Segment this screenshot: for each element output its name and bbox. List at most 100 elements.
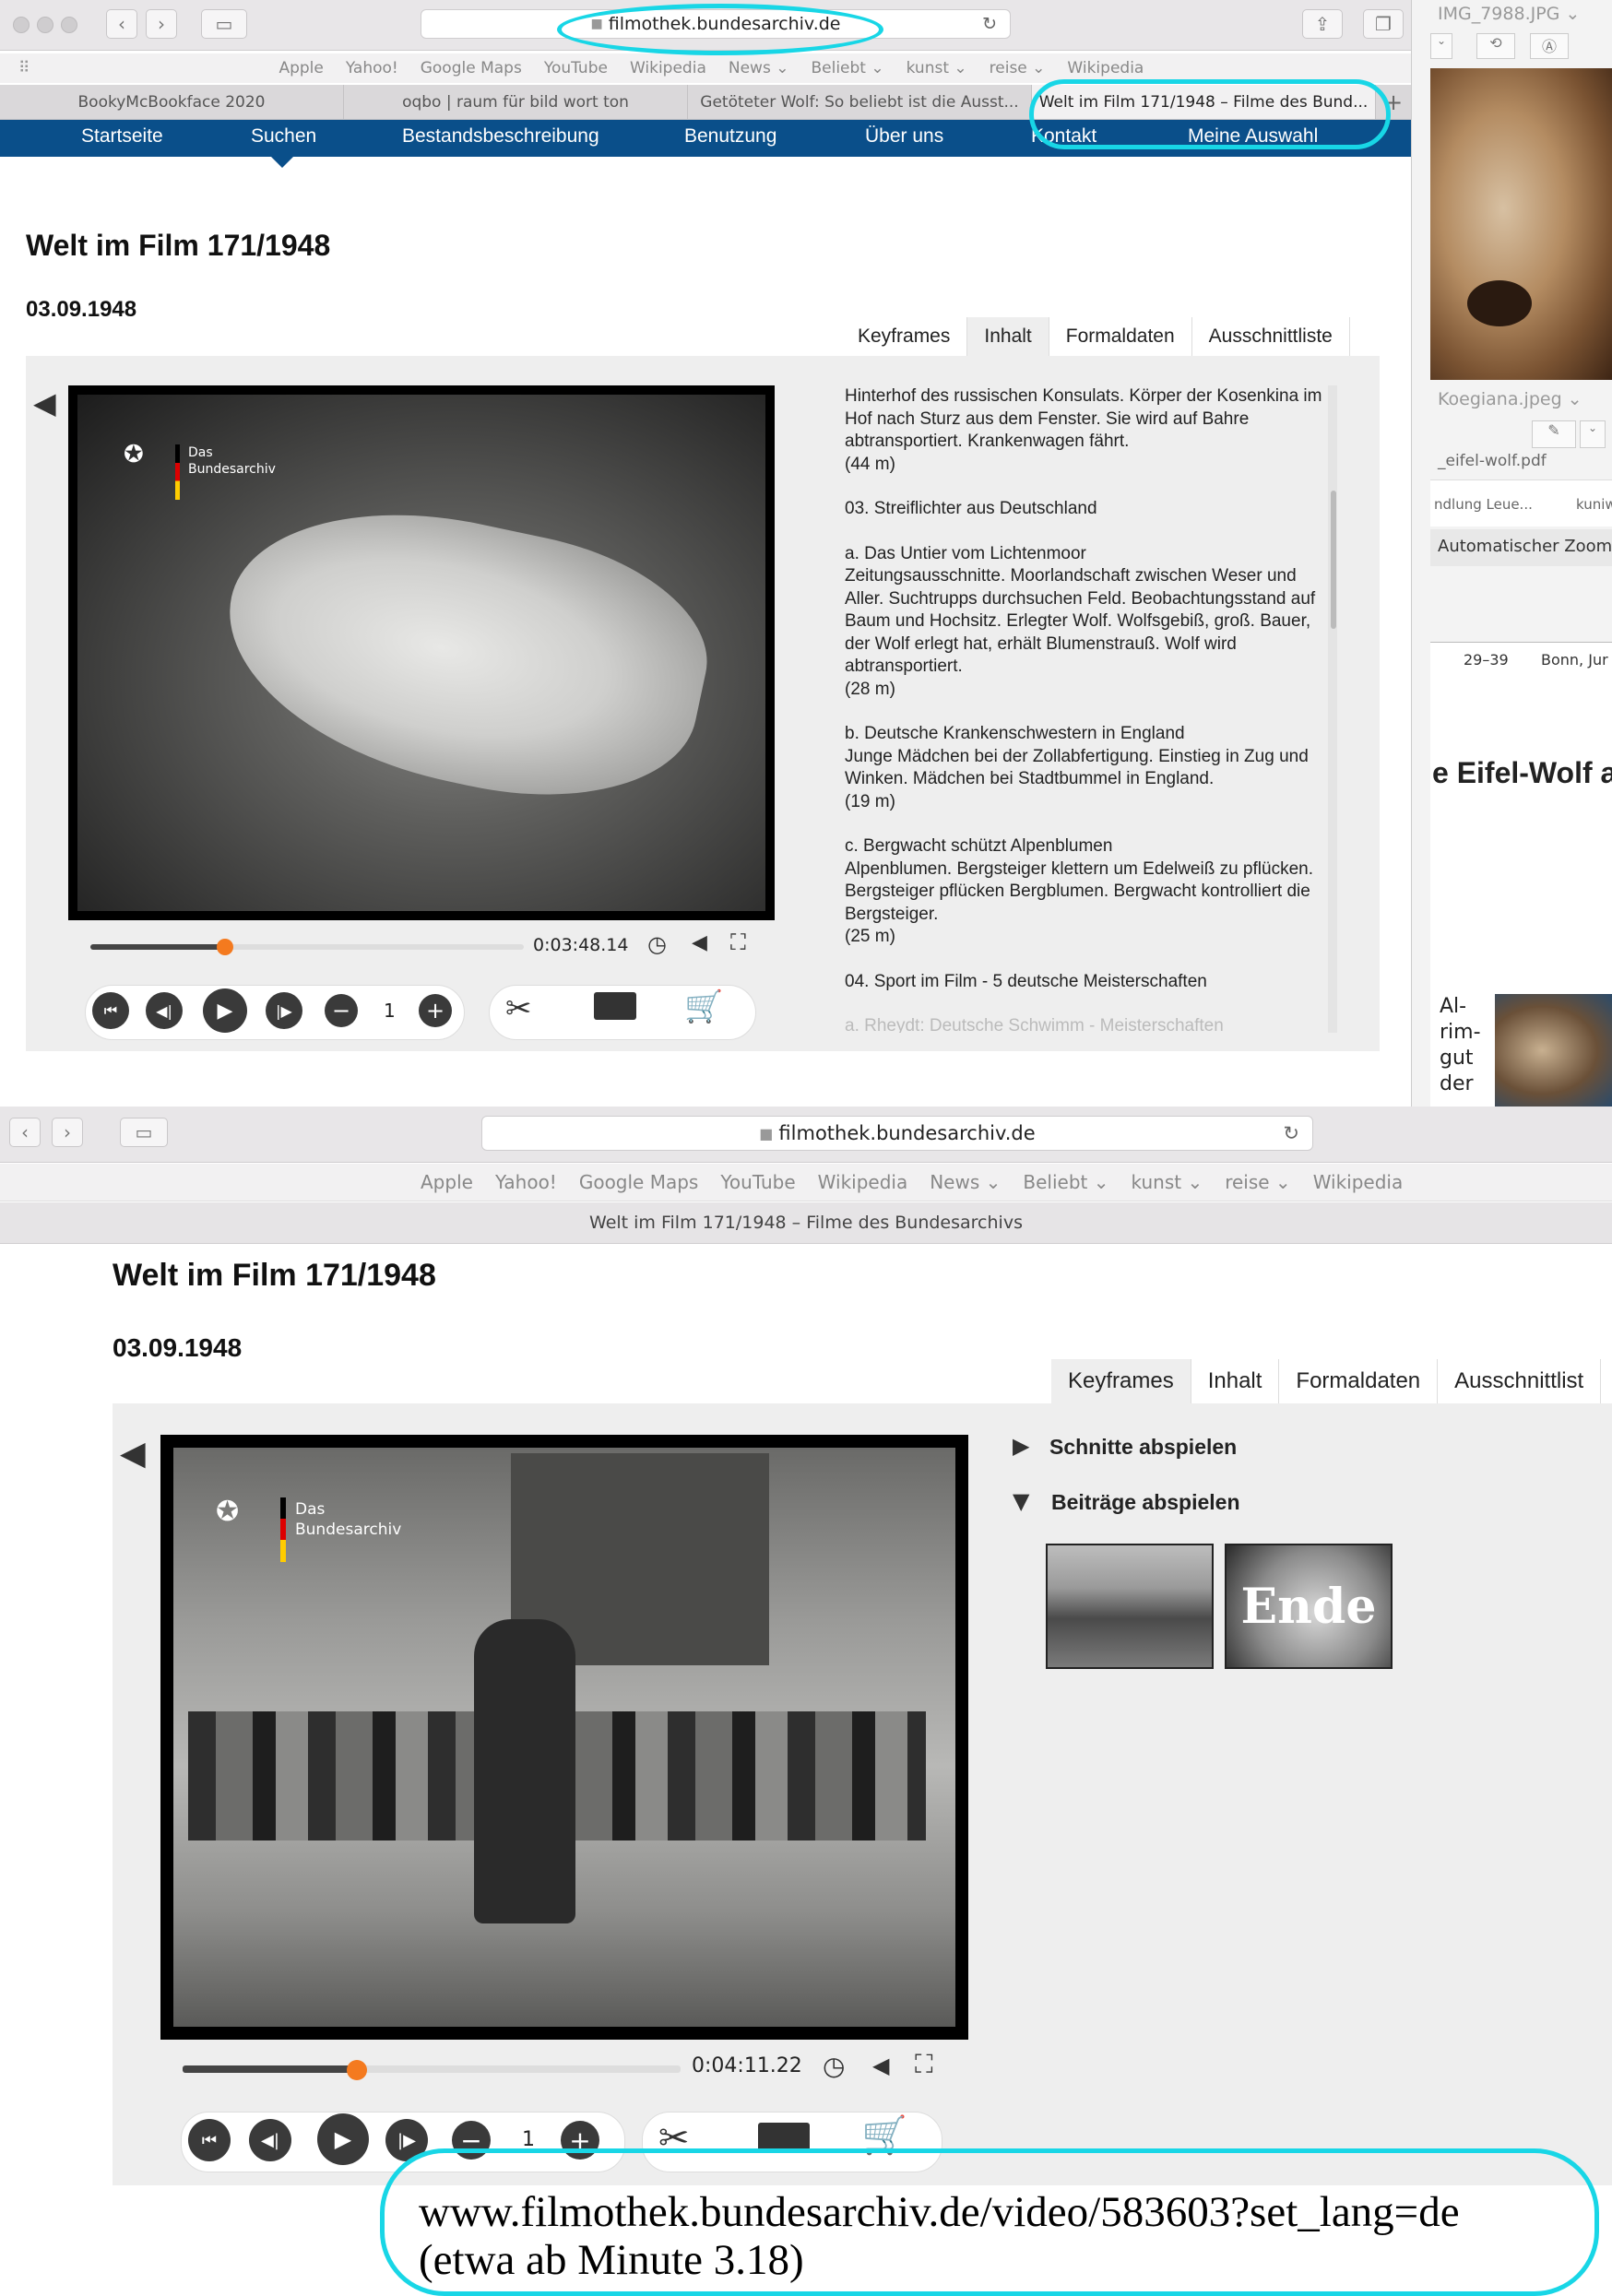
bookmark-item[interactable]: News ⌄ [930,1171,1001,1193]
tab-ausschnittliste[interactable]: Ausschnittlist [1438,1359,1602,1403]
play-icon[interactable]: ▶ [317,2113,369,2165]
nav-benutzung[interactable]: Benutzung [684,125,776,148]
sidebar-toggle-icon[interactable]: ▭ [120,1118,168,1147]
tab-keyframes[interactable]: Keyframes [841,317,968,356]
browser-tab-active[interactable]: Welt im Film 171/1948 – Filme des Bundes… [0,1202,1612,1244]
nav-bestandsbeschreibung[interactable]: Bestandsbeschreibung [402,125,599,148]
description-scrollbar[interactable] [1331,491,1336,629]
tabs-overview-icon[interactable]: ❐ [1363,9,1404,39]
collapse-triangle-icon[interactable]: ▼ [1013,1488,1029,1514]
collapse-arrow-icon[interactable]: ◀ [33,385,56,420]
pdf-tab[interactable]: kuniw [1576,496,1612,513]
bookmark-item[interactable]: Wikipedia [630,59,706,77]
bookmark-item[interactable]: reise ⌄ [1225,1171,1290,1193]
browser-tab[interactable]: BookyMcBookface 2020 [0,85,344,119]
bookmark-item[interactable]: Beliebt ⌄ [1023,1171,1108,1193]
bookmark-item[interactable]: YouTube [544,59,608,77]
cart-icon[interactable]: 🛒 [684,988,723,1025]
nav-suchen[interactable]: Suchen [251,125,316,148]
bookmark-item[interactable]: Wikipedia [1313,1171,1404,1193]
grid-icon[interactable]: ⠿ [18,59,30,77]
fullscreen-icon[interactable]: ⛶ [915,2049,933,2080]
address-bar[interactable]: ■ filmothek.bundesarchiv.de ↻ [481,1116,1313,1151]
article-photo [1495,994,1612,1107]
rotate-icon[interactable]: ⟲ [1476,33,1515,59]
browser-tab[interactable]: oqbo | raum für bild wort ton [344,85,688,119]
archive-watermark: Das Bundesarchiv [295,1500,402,1539]
clock-icon[interactable]: ◷ [647,931,667,957]
seek-handle[interactable] [347,2060,367,2080]
step-forward-icon[interactable]: |▶ [266,992,302,1029]
volume-icon[interactable]: ◀ [692,931,707,954]
step-back-icon[interactable]: ◀| [146,992,183,1029]
bookmark-item[interactable]: Yahoo! [346,59,398,77]
bookmark-item[interactable]: Google Maps [579,1171,699,1193]
dropdown-icon[interactable]: ⌄ [1430,33,1452,59]
chevron-down-icon[interactable]: ⌄ [1580,420,1606,448]
step-back-icon[interactable]: ◀| [249,2119,291,2161]
share-icon[interactable]: ⇪ [1302,9,1343,39]
expand-triangle-icon[interactable]: ▶ [1013,1433,1029,1459]
back-icon[interactable]: ‹ [9,1118,41,1147]
sidebar-toggle-icon[interactable]: ▭ [201,9,247,39]
eagle-icon: ✪ [216,1496,240,1528]
tab-formaldaten[interactable]: Formaldaten [1049,317,1192,356]
video-frame[interactable]: ✪ Das Bundesarchiv [68,385,775,920]
close-window-button[interactable] [13,17,30,33]
skip-back-icon[interactable]: ⏮ [188,2119,231,2161]
play-icon[interactable]: ▶ [203,988,247,1033]
bookmark-item[interactable]: YouTube [720,1171,795,1193]
bookmark-item[interactable]: Apple [421,1171,473,1193]
bookmark-item[interactable]: Yahoo! [495,1171,557,1193]
desc-paragraph: a. Das Untier vom Lichtenmoor Zeitungsau… [845,543,1316,699]
schnitte-toggle[interactable]: Schnitte abspielen [1049,1435,1237,1460]
browser-tab[interactable]: Getöteter Wolf: So beliebt ist die Ausst… [688,85,1032,119]
speed-plus-icon[interactable]: + [419,994,452,1027]
bookmark-item[interactable]: kunst ⌄ [1132,1171,1203,1193]
bookmark-item[interactable]: reise ⌄ [990,59,1046,77]
preview-filename: IMG_7988.JPG ⌄ [1438,4,1581,24]
volume-icon[interactable]: ◀ [872,2053,889,2078]
edit-icon[interactable]: ✎ [1532,420,1576,448]
reload-icon[interactable]: ↻ [1283,1122,1299,1144]
bookmark-item[interactable]: Apple [279,59,323,77]
markup-icon[interactable]: Ⓐ [1530,33,1569,59]
playback-time: 0:04:11.22 [692,2054,802,2077]
bookmark-item[interactable]: Google Maps [421,59,522,77]
bookmark-item[interactable]: News ⌄ [729,59,789,77]
fullscreen-icon[interactable]: ⛶ [730,929,746,955]
zoom-window-button[interactable] [61,17,77,33]
beitraege-toggle[interactable]: Beiträge abspielen [1051,1490,1240,1515]
nav-ueber-uns[interactable]: Über uns [865,125,943,148]
pdf-tab[interactable]: ndlung Leue... [1434,496,1533,513]
desc-paragraph: b. Deutsche Krankenschwestern in England… [845,724,1309,811]
tab-inhalt[interactable]: Inhalt [967,317,1049,356]
nav-startseite[interactable]: Startseite [81,125,163,148]
seek-handle[interactable] [217,939,233,955]
folder-icon[interactable] [594,992,636,1020]
tab-formaldaten[interactable]: Formaldaten [1279,1359,1439,1403]
bookmark-item[interactable]: Wikipedia [818,1171,908,1193]
keyframe-thumbnail[interactable] [1046,1544,1214,1669]
forward-icon[interactable]: › [52,1118,83,1147]
collapse-arrow-icon[interactable]: ◀ [120,1435,146,1473]
speed-minus-icon[interactable]: − [325,994,358,1027]
bookmark-item[interactable]: Beliebt ⌄ [811,59,883,77]
reload-icon[interactable]: ↻ [982,14,997,34]
tab-ausschnittliste[interactable]: Ausschnittliste [1191,317,1350,356]
minimize-window-button[interactable] [37,17,53,33]
article-heading: e Eifel-Wolf an [1432,756,1612,789]
bookmark-item[interactable]: Wikipedia [1067,59,1144,77]
tab-inhalt[interactable]: Inhalt [1191,1359,1280,1403]
keyframe-thumbnail-ende[interactable]: Ende [1225,1544,1393,1669]
back-icon[interactable]: ‹ [106,9,137,39]
video-frame[interactable]: ✪ Das Bundesarchiv [160,1435,968,2040]
bookmark-item[interactable]: kunst ⌄ [907,59,967,77]
table-cell: Bonn, Jur [1541,651,1608,669]
seek-progress [183,2065,357,2073]
tab-keyframes[interactable]: Keyframes [1051,1359,1191,1403]
scissors-icon[interactable]: ✂ [505,990,532,1027]
clock-icon[interactable]: ◷ [823,2051,845,2081]
forward-icon[interactable]: › [146,9,177,39]
skip-back-icon[interactable]: ⏮ [92,992,129,1029]
